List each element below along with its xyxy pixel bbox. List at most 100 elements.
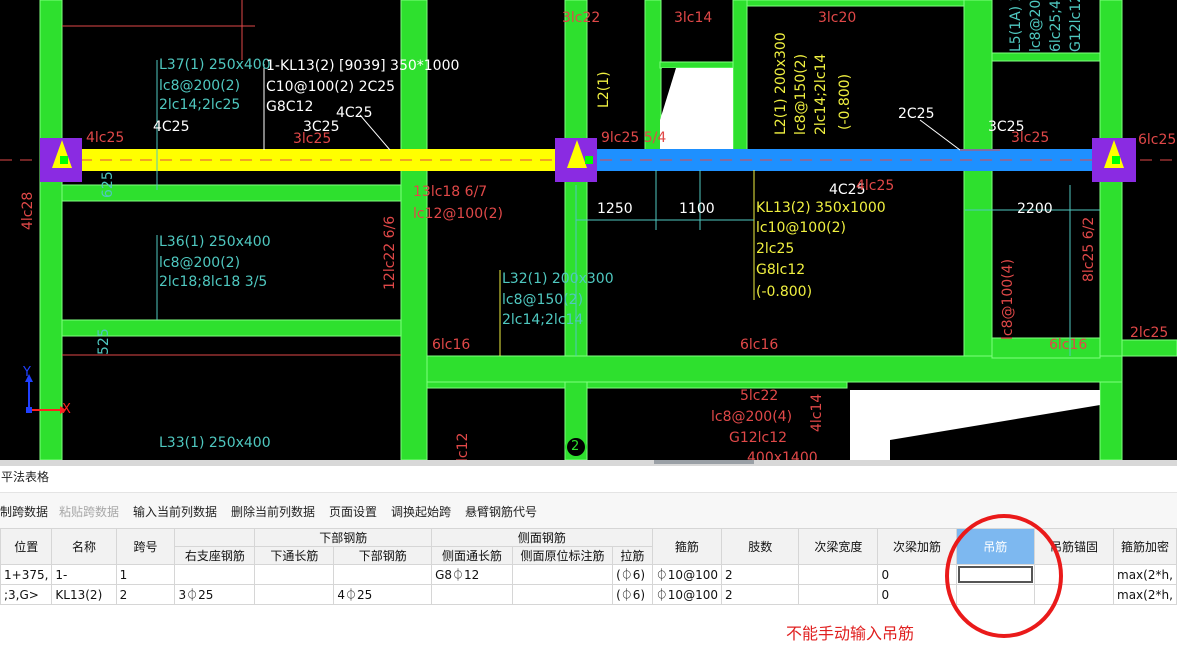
l2b-elev-label: (-0.800) bbox=[837, 73, 853, 130]
rebar-lc8-100-label: lc8@100(4) bbox=[1000, 258, 1016, 340]
side-rebar-group-header: 侧面钢筋 bbox=[431, 528, 653, 547]
rebar-lc12-label-2: lc12 bbox=[455, 432, 471, 460]
col-secondary-width-header[interactable]: 次梁宽度 bbox=[798, 528, 879, 565]
rebar-13lc18-label: 13lc18 6/7 bbox=[413, 184, 488, 200]
cell-stirrup[interactable]: ⏀10@100 bbox=[651, 584, 722, 605]
rebar-5lc22-side-label: G12lc12 bbox=[729, 430, 788, 446]
l2b-stirrup-label: lc8@150(2) bbox=[793, 53, 809, 135]
rebar-4lc28-label: 4lc28 bbox=[20, 191, 36, 230]
dim-625-label: 625 bbox=[100, 171, 116, 198]
rebar-6lc16-label-2: 6lc16 bbox=[740, 337, 779, 353]
input-column-data-button[interactable]: 输入当前列数据 bbox=[133, 504, 217, 520]
rebar-3lc25-label: 3lc25 bbox=[293, 131, 332, 147]
cantilever-rebar-code-button[interactable]: 悬臂钢筋代号 bbox=[465, 504, 537, 520]
splitter-grip-handle[interactable] bbox=[654, 460, 754, 464]
rebar-4c25-label: 4C25 bbox=[153, 119, 190, 135]
col-secondary-add-header[interactable]: 次梁加筋 bbox=[877, 528, 957, 565]
cell-name[interactable]: KL13(2) bbox=[51, 584, 117, 605]
axis-y-label: Y bbox=[23, 365, 31, 380]
cell-bottom-bar[interactable] bbox=[333, 564, 433, 585]
panel-title: 平法表格 bbox=[1, 470, 50, 484]
cell-span[interactable]: 2 bbox=[115, 584, 176, 605]
cell-stirrup-dense[interactable]: max(2*h, bbox=[1113, 564, 1177, 585]
col-stirrup-header[interactable]: 箍筋 bbox=[651, 528, 722, 565]
col-side-orig-header[interactable]: 侧面原位标注筋 bbox=[511, 546, 614, 565]
cell-side-through[interactable]: G8⏀12 bbox=[431, 564, 513, 585]
rebar-8lc25-label: 8lc25 6/2 bbox=[1081, 216, 1097, 282]
l2-label: L2(1) bbox=[596, 71, 612, 108]
annotation-note: 不能手动输入吊筋 bbox=[786, 624, 915, 643]
cell-bottom-through[interactable] bbox=[254, 584, 335, 605]
rebar-2lc25-label: 2lc25 bbox=[1130, 325, 1169, 341]
cell-position[interactable]: 1+375, bbox=[0, 564, 53, 585]
rebar-5lc22-dim-label: 400x1400 bbox=[747, 450, 818, 460]
cell-side-orig[interactable] bbox=[511, 564, 614, 585]
cell-position[interactable]: ;3,G> bbox=[0, 584, 53, 605]
col-legs-header[interactable]: 肢数 bbox=[720, 528, 800, 565]
cell-tie[interactable]: (⏀6) bbox=[612, 584, 653, 605]
col-bottom-bar-header[interactable]: 下部钢筋 bbox=[333, 546, 433, 565]
col-bottom-through-header[interactable]: 下通长筋 bbox=[254, 546, 335, 565]
rebar-4lc25-label: 4lc25 bbox=[86, 130, 125, 146]
rebar-4c25-label-2: 4C25 bbox=[336, 105, 373, 121]
cell-side-through[interactable] bbox=[431, 584, 513, 605]
l5-rebar-label: 6lc25;4lc bbox=[1048, 0, 1064, 52]
col-right-support-header[interactable]: 右支座钢筋 bbox=[174, 546, 256, 565]
rebar-6lc16-label-3: 6lc16 bbox=[1049, 337, 1088, 353]
cell-bottom-bar[interactable]: 4⏀25 bbox=[333, 584, 433, 605]
paste-span-data-button[interactable]: 粘贴跨数据 bbox=[59, 504, 119, 520]
rebar-3lc20-label: 3lc20 bbox=[818, 10, 857, 26]
cell-name[interactable]: 1- bbox=[51, 564, 117, 585]
l5-stirrup-label: lc8@200 bbox=[1028, 0, 1044, 52]
cell-stirrup-dense[interactable]: max(2*h, bbox=[1113, 584, 1177, 605]
rebar-6lc16-label-1: 6lc16 bbox=[432, 337, 471, 353]
swap-start-span-button[interactable]: 调换起始跨 bbox=[391, 504, 451, 520]
cell-tie[interactable]: (⏀6) bbox=[612, 564, 653, 585]
l37-rebar-label: 2lc14;2lc25 bbox=[159, 97, 241, 113]
rebar-lc12-label: lc12@100(2) bbox=[413, 206, 503, 222]
cell-bottom-through[interactable] bbox=[254, 564, 335, 585]
l33-label: L33(1) 250x400 bbox=[159, 435, 271, 451]
dim-2200-label: 2200 bbox=[1017, 201, 1053, 217]
dim-1250-label: 1250 bbox=[597, 201, 633, 217]
cell-right-support[interactable] bbox=[174, 564, 256, 585]
panel-splitter[interactable] bbox=[0, 460, 1177, 466]
cell-span[interactable]: 1 bbox=[115, 564, 176, 585]
rebar-4lc14-label: 4lc14 bbox=[809, 393, 825, 432]
cell-stirrup[interactable]: ⏀10@100 bbox=[651, 564, 722, 585]
page-setup-button[interactable]: 页面设置 bbox=[329, 504, 377, 520]
cell-secondary-add[interactable]: 0 bbox=[877, 584, 957, 605]
delete-column-data-button[interactable]: 删除当前列数据 bbox=[231, 504, 315, 520]
l32-label: L32(1) 200x300 bbox=[502, 271, 614, 287]
col-stirrup-dense-header[interactable]: 箍筋加密 bbox=[1113, 528, 1177, 565]
copy-span-data-button[interactable]: 制跨数据 bbox=[0, 504, 48, 520]
dim-1100-label: 1100 bbox=[679, 201, 715, 217]
kl13-head-label: 1-KL13(2) [9039] 350*1000 bbox=[266, 58, 460, 74]
l36-rebar-label: 2lc18;8lc18 3/5 bbox=[159, 274, 268, 290]
col-side-through-header[interactable]: 侧面通长筋 bbox=[431, 546, 513, 565]
kl13-stirrup-label: C10@100(2) 2C25 bbox=[266, 79, 396, 95]
cell-secondary-width[interactable] bbox=[798, 584, 879, 605]
col-position-header[interactable]: 位置 bbox=[0, 528, 53, 565]
l5-side-label: G12lc12 bbox=[1068, 0, 1084, 52]
cell-right-support[interactable]: 3⏀25 bbox=[174, 584, 256, 605]
grid-axis-number: 2 bbox=[571, 439, 580, 454]
col-tie-header[interactable]: 拉筋 bbox=[612, 546, 653, 565]
annotation-circle bbox=[945, 514, 1063, 638]
kl13b-side-label: G8lc12 bbox=[756, 262, 806, 278]
l2b-label: L2(1) 200x300 bbox=[773, 32, 789, 135]
l37-label: L37(1) 250x400 bbox=[159, 57, 271, 73]
kl13b-stirrup-label: lc10@100(2) bbox=[756, 220, 846, 236]
bottom-rebar-group-header: 下部钢筋 bbox=[254, 528, 433, 547]
cell-legs[interactable]: 2 bbox=[720, 584, 800, 605]
rebar-5lc22-stirrup-label: lc8@200(4) bbox=[711, 409, 793, 425]
cell-legs[interactable]: 2 bbox=[720, 564, 800, 585]
cell-secondary-width[interactable] bbox=[798, 564, 879, 585]
rebar-3lc14-label: 3lc14 bbox=[674, 10, 713, 26]
col-name-header[interactable]: 名称 bbox=[51, 528, 117, 565]
cell-side-orig[interactable] bbox=[511, 584, 614, 605]
axis-x-label: X bbox=[62, 402, 71, 417]
rebar-6lc25-label: 6lc25 bbox=[1138, 132, 1177, 148]
cad-drawing-canvas[interactable]: L37(1) 250x400 lc8@200(2) 2lc14;2lc25 1-… bbox=[0, 0, 1177, 460]
col-span-header[interactable]: 跨号 bbox=[115, 528, 176, 565]
